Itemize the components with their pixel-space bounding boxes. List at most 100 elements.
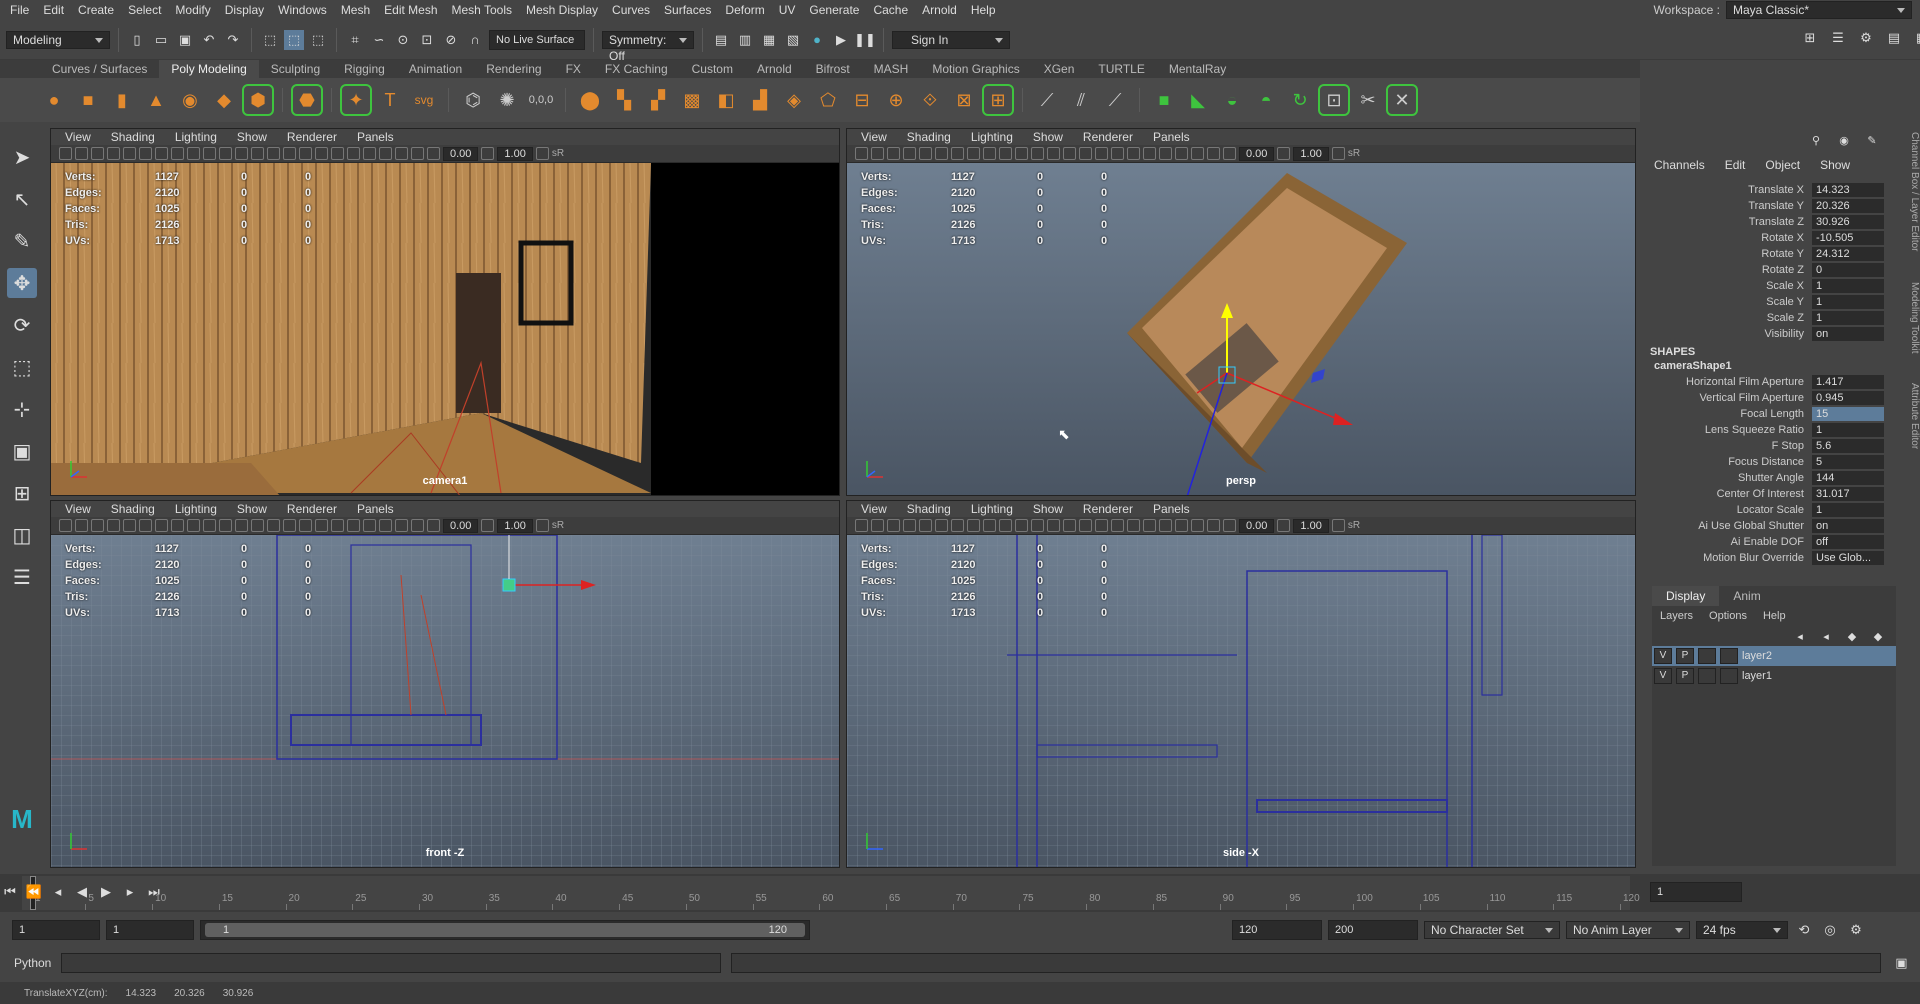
combine-mesh-icon[interactable]: ⬤ <box>576 86 604 114</box>
attribute-value[interactable]: 1 <box>1812 423 1884 437</box>
viewport-tool-icon[interactable] <box>91 147 104 160</box>
viewport-canvas[interactable]: Verts: 1127 0 0 Edges: 2120 0 0 Faces: 1025 0 0 Tris… <box>847 534 1635 867</box>
viewport-tool-icon[interactable] <box>1223 147 1236 160</box>
attribute-name[interactable]: Rotate X <box>1642 232 1812 244</box>
viewport-tool-icon[interactable] <box>267 519 280 532</box>
viewport-menu-shading[interactable]: Shading <box>907 130 951 144</box>
combine-icon[interactable]: 0,0,0 <box>527 86 555 114</box>
attribute-name[interactable]: Translate Y <box>1642 200 1812 212</box>
menu-item-edit-mesh[interactable]: Edit Mesh <box>380 0 447 20</box>
viewport-menu-lighting[interactable]: Lighting <box>971 130 1013 144</box>
separate-icon[interactable]: ▚ <box>610 86 638 114</box>
command-input[interactable] <box>61 953 722 973</box>
viewport-tool-icon[interactable] <box>903 147 916 160</box>
attribute-name[interactable]: Scale Z <box>1642 312 1812 324</box>
menu-item-deform[interactable]: Deform <box>721 0 774 20</box>
menu-item-mesh-display[interactable]: Mesh Display <box>522 0 608 20</box>
render-settings-icon[interactable]: ▧ <box>783 30 803 50</box>
menu-item-display[interactable]: Display <box>221 0 274 20</box>
sign-in-button[interactable]: Sign In <box>892 30 1010 49</box>
range-slider-handle[interactable]: 1 120 <box>205 923 805 937</box>
viewport-tool-icon[interactable] <box>235 519 248 532</box>
snap-curve-icon[interactable]: ∽ <box>369 30 389 50</box>
viewport-tool-icon[interactable] <box>1175 519 1188 532</box>
viewport-tool-icon[interactable] <box>187 147 200 160</box>
viewport-tool-icon[interactable] <box>1031 147 1044 160</box>
viewport-tool-icon[interactable] <box>1143 147 1156 160</box>
workspace-dropdown[interactable]: Maya Classic* <box>1726 1 1912 19</box>
loop-icon[interactable]: ⟲ <box>1794 920 1814 940</box>
viewport-tool-icon[interactable] <box>155 147 168 160</box>
uv-auto-icon[interactable]: ↻ <box>1286 86 1314 114</box>
viewport-tool-icon[interactable] <box>855 147 868 160</box>
select-tool-icon[interactable]: ➤ <box>7 142 37 172</box>
attribute-name[interactable]: Motion Blur Override <box>1642 552 1812 564</box>
viewport-camera1[interactable]: View Shading Lighting Show Renderer Panels 0.… <box>50 128 840 496</box>
snap-grid-icon[interactable]: ⌗ <box>345 30 365 50</box>
attribute-value[interactable]: off <box>1812 535 1884 549</box>
viewport-menu-renderer[interactable]: Renderer <box>1083 130 1133 144</box>
menu-item-mesh-tools[interactable]: Mesh Tools <box>448 0 522 20</box>
uv-sew-icon[interactable]: ✕ <box>1386 84 1418 116</box>
ipr-render-icon[interactable]: ▦ <box>759 30 779 50</box>
near-clip-field[interactable]: 0.00 <box>1239 146 1275 161</box>
shelf-tab-motion-graphics[interactable]: Motion Graphics <box>920 60 1031 78</box>
last-tool-icon[interactable]: ⊹ <box>7 394 37 424</box>
menu-item-edit[interactable]: Edit <box>39 0 74 20</box>
viewport-tool-icon[interactable] <box>283 519 296 532</box>
layout-four-icon[interactable]: ⊞ <box>7 478 37 508</box>
viewport-tool-icon[interactable] <box>331 147 344 160</box>
shelf-tab-animation[interactable]: Animation <box>397 60 474 78</box>
script-editor-icon[interactable]: ▣ <box>1891 953 1911 973</box>
viewport-tool-icon[interactable] <box>967 147 980 160</box>
shelf-tab-mash[interactable]: MASH <box>862 60 921 78</box>
color-management-icon[interactable] <box>1331 519 1345 532</box>
menu-item-create[interactable]: Create <box>74 0 124 20</box>
magnet-icon[interactable]: ∩ <box>465 30 485 50</box>
viewport-tool-icon[interactable] <box>871 519 884 532</box>
bridge-icon[interactable]: ◈ <box>780 86 808 114</box>
viewport-tool-icon[interactable] <box>1159 519 1172 532</box>
channel-menu-object[interactable]: Object <box>1765 158 1800 172</box>
attribute-name[interactable]: Center Of Interest <box>1642 488 1812 500</box>
layer-playback-toggle[interactable]: P <box>1676 668 1694 684</box>
shelf-tab-turtle[interactable]: TURTLE <box>1086 60 1156 78</box>
hypershade-icon[interactable]: ● <box>807 30 827 50</box>
layer-tab-anim[interactable]: Anim <box>1719 586 1774 606</box>
exposure-icon[interactable] <box>1277 519 1291 532</box>
viewport-tool-icon[interactable] <box>75 519 88 532</box>
viewport-tool-icon[interactable] <box>91 519 104 532</box>
viewport-tool-icon[interactable] <box>203 147 216 160</box>
near-clip-field[interactable]: 0.00 <box>1239 518 1275 533</box>
bevel-icon[interactable]: ⬠ <box>814 86 842 114</box>
poly-plane-icon[interactable]: ◆ <box>210 86 238 114</box>
viewport-tool-icon[interactable] <box>1159 147 1172 160</box>
modeling-toolkit-icon[interactable]: ⊞ <box>1800 28 1820 48</box>
attribute-value[interactable]: 30.926 <box>1812 215 1884 229</box>
shelf-tab-curves-surfaces[interactable]: Curves / Surfaces <box>40 60 159 78</box>
uv-planar-icon[interactable]: ◣ <box>1184 86 1212 114</box>
attribute-value[interactable]: 5.6 <box>1812 439 1884 453</box>
attribute-name[interactable]: Rotate Y <box>1642 248 1812 260</box>
viewport-tool-icon[interactable] <box>347 519 360 532</box>
channel-menu-edit[interactable]: Edit <box>1725 158 1746 172</box>
menu-item-modify[interactable]: Modify <box>171 0 220 20</box>
viewport-tool-icon[interactable] <box>1175 147 1188 160</box>
viewport-tool-icon[interactable] <box>219 147 232 160</box>
color-management-icon[interactable] <box>535 147 549 160</box>
play-forward-icon[interactable]: ▶ <box>96 882 116 902</box>
viewport-tool-icon[interactable] <box>887 519 900 532</box>
layer-visibility-toggle[interactable]: V <box>1654 648 1672 664</box>
layer-menu-help[interactable]: Help <box>1763 610 1786 622</box>
attribute-value[interactable]: 1.417 <box>1812 375 1884 389</box>
viewport-tool-icon[interactable] <box>855 519 868 532</box>
attribute-value[interactable]: 1 <box>1812 503 1884 517</box>
min-frame-field[interactable]: 1 <box>106 920 194 940</box>
viewport-tool-icon[interactable] <box>395 147 408 160</box>
shelf-tab-rigging[interactable]: Rigging <box>332 60 397 78</box>
viewport-tool-icon[interactable] <box>1015 519 1028 532</box>
step-forward-icon[interactable]: ▸ <box>120 882 140 902</box>
uv-cut-icon[interactable]: ✂ <box>1354 86 1382 114</box>
viewport-tool-icon[interactable] <box>1143 519 1156 532</box>
menu-item-arnold[interactable]: Arnold <box>918 0 967 20</box>
